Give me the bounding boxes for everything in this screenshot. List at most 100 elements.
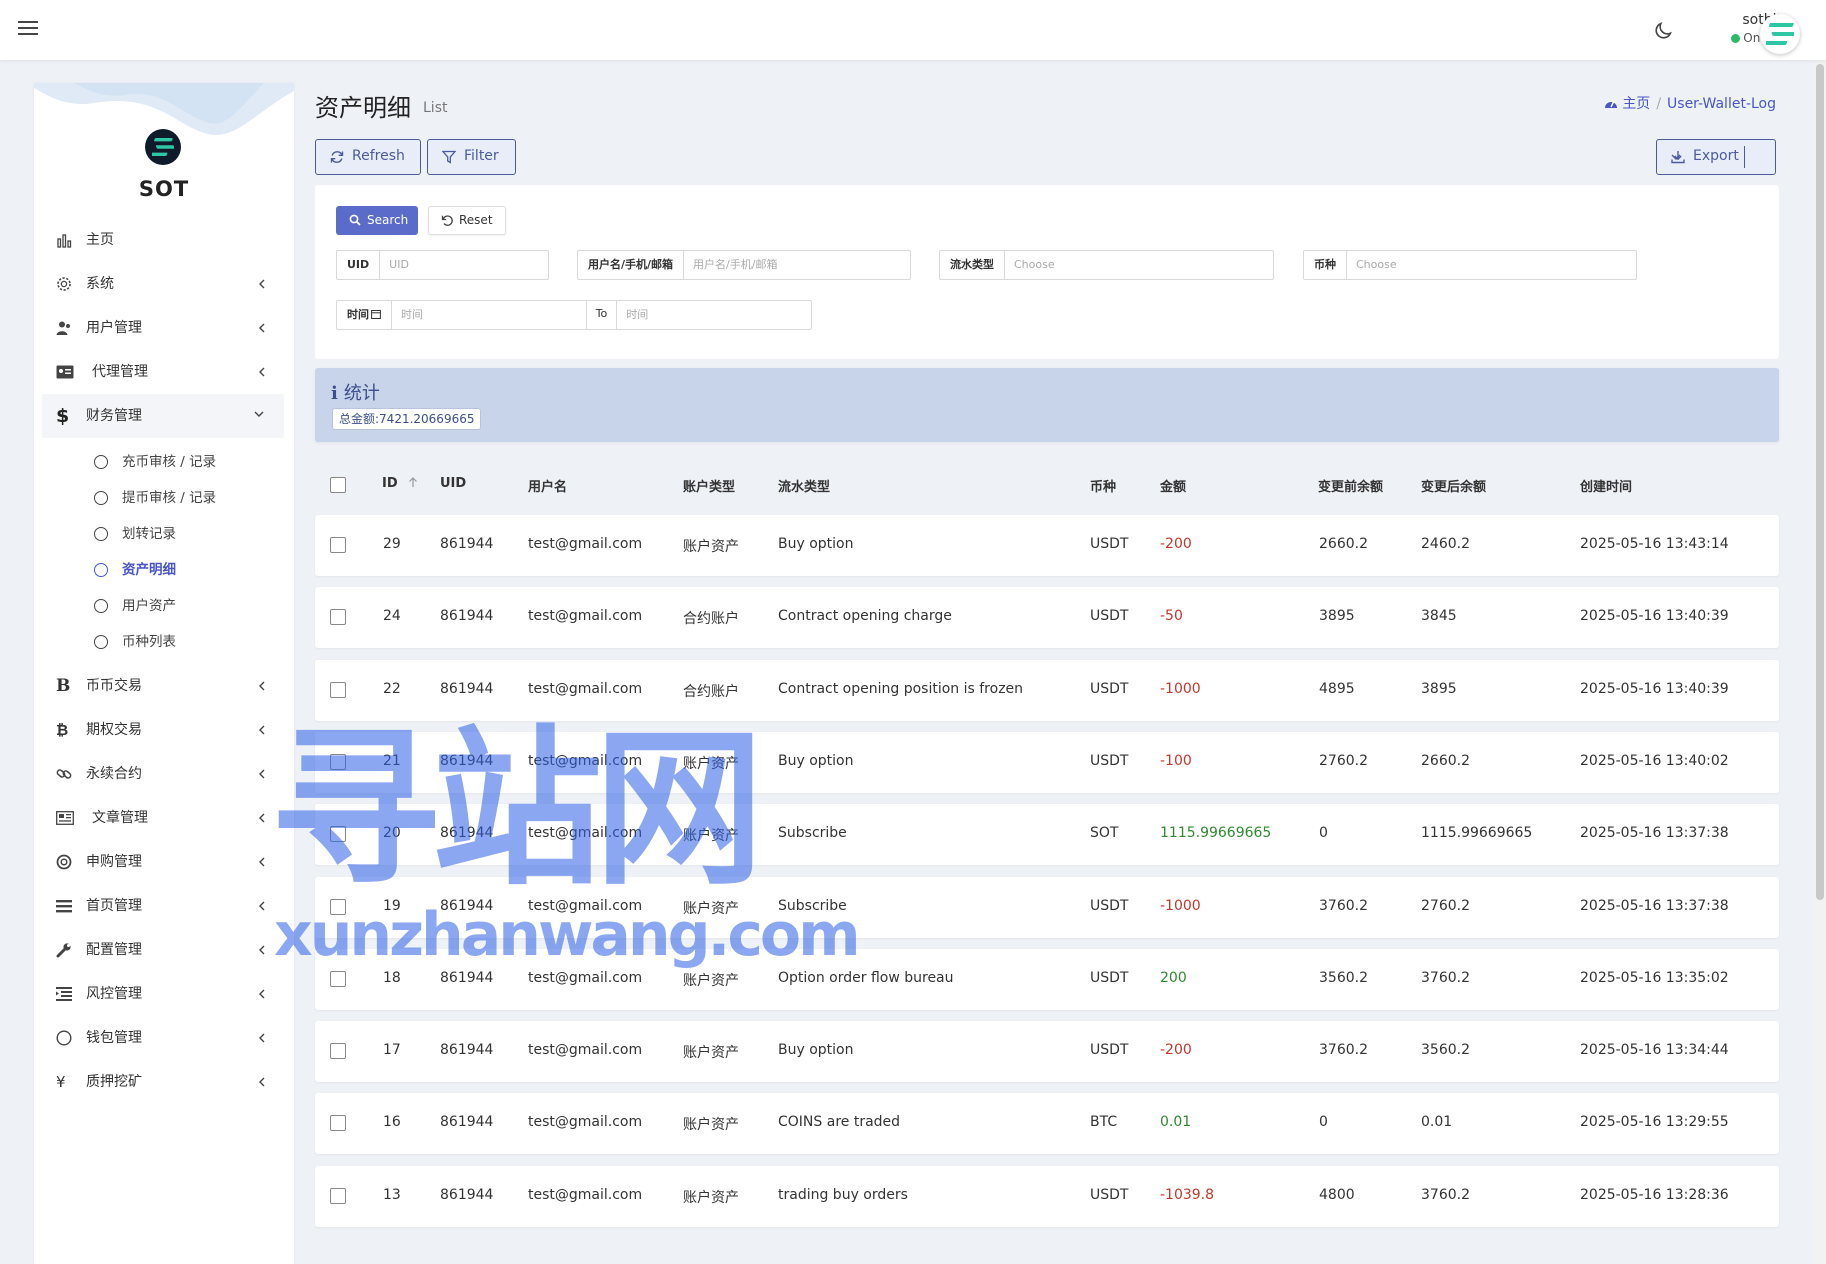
sidebar-item-homepage[interactable]: 首页管理 <box>34 884 294 928</box>
sidebar-subitem-deposit[interactable]: 充币审核 / 记录 <box>34 444 294 480</box>
table-row[interactable]: 17 861944 test@gmail.com 账户资产 Buy option USDT… <box>315 1021 1779 1083</box>
row-checkbox[interactable] <box>330 970 346 987</box>
table-row[interactable]: 20 861944 test@gmail.com 账户资产 Subscribe SOT 11… <box>315 804 1779 866</box>
filter-button[interactable]: Filter <box>427 139 516 175</box>
row-checkbox[interactable] <box>330 1043 346 1060</box>
cell-amount: -1039.8 <box>1160 1186 1215 1203</box>
indent-icon <box>56 987 72 1001</box>
cell-balance-after: 3760.2 <box>1421 969 1470 986</box>
dark-mode-moon-icon[interactable] <box>1652 20 1674 42</box>
cell-amount: -200 <box>1160 536 1192 552</box>
row-checkbox[interactable] <box>330 1187 346 1204</box>
chevron-left-icon <box>259 1033 265 1043</box>
sidebar-item-agents[interactable]: 代理管理 <box>34 350 294 394</box>
cell-id: 21 <box>383 752 401 769</box>
sidebar-subitem-asset-detail[interactable]: 资产明细 <box>34 552 294 588</box>
cell-created-time: 2025-05-16 13:43:14 <box>1580 536 1729 552</box>
cell-uid: 861944 <box>440 1114 494 1131</box>
logo-icon <box>1766 23 1794 45</box>
column-header-id[interactable]: ID <box>382 476 418 491</box>
sidebar-item-wallet[interactable]: 钱包管理 <box>34 1016 294 1060</box>
avatar[interactable] <box>1760 14 1800 54</box>
sidebar-subitem-coin-list[interactable]: 币种列表 <box>34 624 294 660</box>
cell-account-type: 账户资产 <box>683 755 739 772</box>
sidebar-item-articles[interactable]: 文章管理 <box>34 796 294 840</box>
table-row[interactable]: 29 861944 test@gmail.com 账户资产 Buy option USDT… <box>315 515 1779 576</box>
row-checkbox[interactable] <box>330 898 346 915</box>
sidebar-item-perpetual[interactable]: 永续合约 <box>34 752 294 796</box>
cell-uid: 861944 <box>440 897 494 914</box>
sidebar-item-users[interactable]: 用户管理 <box>34 306 294 350</box>
sidebar-item-finance[interactable]: $ 财务管理 <box>42 394 284 438</box>
table-row[interactable]: 24 861944 test@gmail.com 合约账户 Contract openi… <box>315 587 1779 649</box>
sidebar-subitem-user-assets[interactable]: 用户资产 <box>34 588 294 624</box>
table-row[interactable]: 13 861944 test@gmail.com 账户资产 trading buy or… <box>315 1165 1779 1227</box>
sidebar-item-options-trading[interactable]: ₿ 期权交易 <box>34 708 294 752</box>
stats-title: i 统计 <box>331 383 380 404</box>
row-checkbox[interactable] <box>330 826 346 843</box>
sidebar-item-subscription[interactable]: 申购管理 <box>34 840 294 884</box>
cell-flow-type: Option order flow bureau <box>778 969 954 986</box>
search-button[interactable]: Search <box>336 206 418 235</box>
scrollbar-thumb[interactable] <box>1816 64 1824 900</box>
cell-flow-type: trading buy orders <box>778 1186 908 1203</box>
cell-created-time: 2025-05-16 13:37:38 <box>1580 825 1729 842</box>
page-subtitle: List <box>423 100 448 116</box>
cell-id: 18 <box>383 969 401 986</box>
coin-select[interactable]: Choose <box>1347 251 1636 279</box>
row-checkbox[interactable] <box>330 681 346 698</box>
sidebar-subitem-transfer[interactable]: 划转记录 <box>34 516 294 552</box>
cell-flow-type: Subscribe <box>778 897 847 914</box>
cell-id: 24 <box>383 608 401 625</box>
cell-flow-type: Subscribe <box>778 825 847 842</box>
table-row[interactable]: 18 861944 test@gmail.com 账户资产 Option order f… <box>315 948 1779 1010</box>
undo-icon <box>441 215 453 226</box>
row-checkbox[interactable] <box>330 753 346 770</box>
export-button[interactable]: Export <box>1656 139 1776 175</box>
row-checkbox[interactable] <box>330 609 346 626</box>
cell-balance-before: 0 <box>1319 825 1328 842</box>
sidebar-item-home[interactable]: 主页 <box>34 218 294 262</box>
circle-icon <box>94 563 108 577</box>
sidebar-item-spot-trading[interactable]: B 币币交易 <box>34 664 294 708</box>
cell-balance-before: 3760.2 <box>1319 1042 1368 1059</box>
sidebar-subitem-withdraw[interactable]: 提币审核 / 记录 <box>34 480 294 516</box>
uid-input[interactable]: UID <box>380 251 548 279</box>
chevron-left-icon <box>259 725 265 735</box>
online-dot-icon <box>1731 34 1741 43</box>
cell-username: test@gmail.com <box>528 536 643 552</box>
table-row[interactable]: 21 861944 test@gmail.com 账户资产 Buy option USDT… <box>315 731 1779 793</box>
sidebar-item-risk-control[interactable]: 风控管理 <box>34 972 294 1016</box>
yen-icon: ¥ <box>56 1073 66 1091</box>
column-header-coin: 币种 <box>1090 480 1117 495</box>
table-row[interactable]: 19 861944 test@gmail.com 账户资产 Subscribe USDT -… <box>315 876 1779 938</box>
cell-uid: 861944 <box>440 825 494 842</box>
time-from-input[interactable]: 时间 <box>392 301 586 329</box>
select-all-checkbox[interactable] <box>330 477 346 493</box>
page-scrollbar[interactable] <box>1814 60 1826 1264</box>
cell-balance-after: 3560.2 <box>1421 1042 1470 1059</box>
bitcoin-icon: ₿ <box>56 721 69 739</box>
sidebar-item-config[interactable]: 配置管理 <box>34 928 294 972</box>
cell-balance-before: 3760.2 <box>1319 897 1368 914</box>
flow-type-select[interactable]: Choose <box>1005 251 1273 279</box>
reset-button[interactable]: Reset <box>428 206 506 235</box>
column-header-balance-before: 变更前余额 <box>1318 480 1384 495</box>
row-checkbox[interactable] <box>330 1115 346 1132</box>
cell-coin: USDT <box>1090 608 1129 625</box>
refresh-button[interactable]: Refresh <box>315 139 421 175</box>
table-row[interactable]: 22 861944 test@gmail.com 合约账户 Contract openi… <box>315 659 1779 721</box>
cell-account-type: 账户资产 <box>683 900 739 917</box>
username-input[interactable]: 用户名/手机/邮箱 <box>684 251 910 279</box>
cell-balance-after: 2460.2 <box>1421 536 1470 552</box>
cell-id: 20 <box>383 825 401 842</box>
sidebar-item-system[interactable]: 系统 <box>34 262 294 306</box>
cell-created-time: 2025-05-16 13:40:39 <box>1580 608 1729 625</box>
time-to-input[interactable]: 时间 <box>617 301 811 329</box>
cell-created-time: 2025-05-16 13:40:02 <box>1580 752 1729 769</box>
row-checkbox[interactable] <box>330 537 346 553</box>
hamburger-menu-icon[interactable] <box>18 18 38 38</box>
breadcrumb-home[interactable]: 主页 <box>1622 96 1650 112</box>
sidebar-item-staking[interactable]: ¥ 质押挖矿 <box>34 1060 294 1104</box>
table-row[interactable]: 16 861944 test@gmail.com 账户资产 COINS are trad… <box>315 1093 1779 1155</box>
